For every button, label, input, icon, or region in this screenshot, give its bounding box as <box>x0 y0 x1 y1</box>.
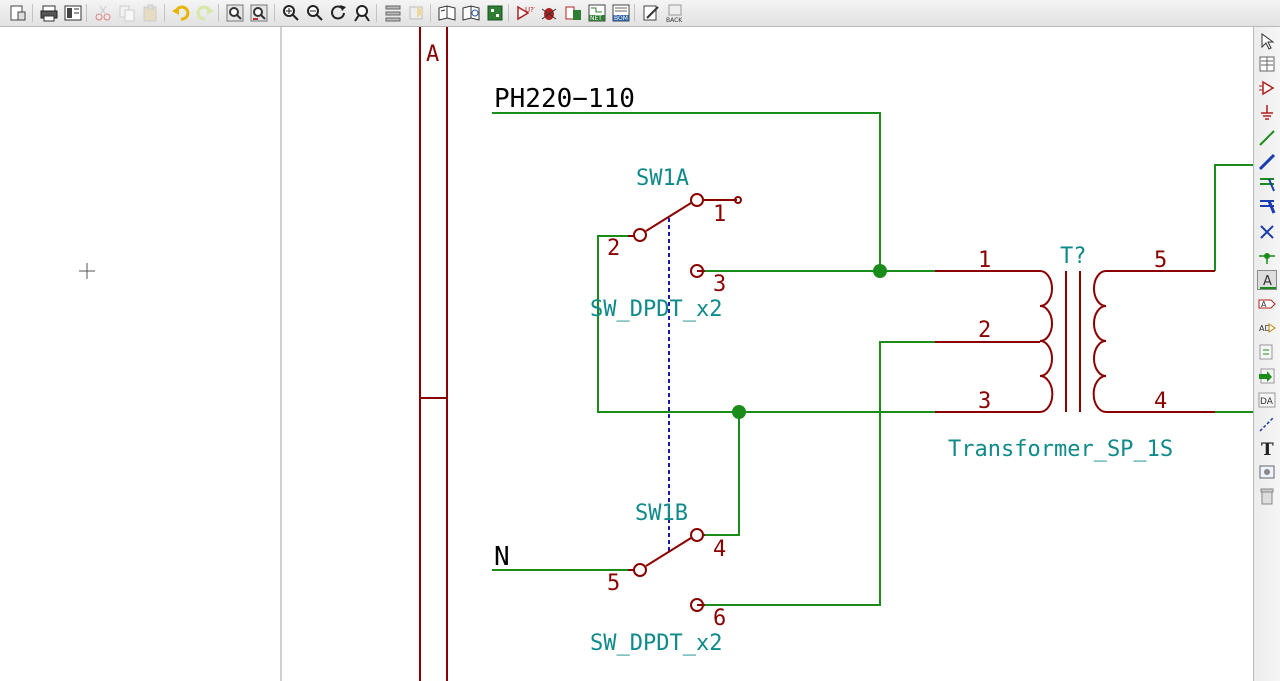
schematic-sheet[interactable]: A PH220−110 N SW1A SW_DPDT_x2 1 2 3 SW1B… <box>0 27 1253 681</box>
toolbar-separator <box>218 4 219 22</box>
hierarchical-label-icon[interactable]: AD <box>1257 318 1277 338</box>
copy-icon[interactable] <box>117 3 137 23</box>
transformer-value[interactable]: Transformer_SP_1S <box>948 437 1173 462</box>
sw1b-value[interactable]: SW_DPDT_x2 <box>590 631 722 656</box>
wire-sw1b-pin4 <box>705 412 740 536</box>
sw1b-pin-5: 5 <box>607 571 620 596</box>
redo-icon[interactable] <box>195 3 215 23</box>
annotate-icon[interactable]: U?? <box>515 3 535 23</box>
transformer-pin-4: 4 <box>1154 389 1167 414</box>
place-symbol-icon[interactable] <box>1257 78 1277 98</box>
net-label-icon[interactable]: A <box>1257 270 1277 290</box>
sw1a-pin-1: 1 <box>713 202 726 227</box>
drawing-frame <box>419 27 448 681</box>
graphic-line-icon[interactable] <box>1257 414 1277 434</box>
print-icon[interactable] <box>39 3 59 23</box>
find-replace-icon[interactable] <box>249 3 269 23</box>
zoom-out-icon[interactable] <box>305 3 325 23</box>
toolbar-separator <box>430 4 431 22</box>
schematic-canvas[interactable]: A PH220−110 N SW1A SW_DPDT_x2 1 2 3 SW1B… <box>0 27 1253 681</box>
svg-text:BACK: BACK <box>666 17 683 23</box>
transformer-reference[interactable]: T? <box>1060 244 1087 269</box>
svg-text:NET: NET <box>590 15 602 22</box>
transformer-pin-2: 2 <box>978 318 991 343</box>
toolbar-separator <box>86 4 87 22</box>
netlist-icon[interactable]: NET <box>587 3 607 23</box>
place-wire-icon[interactable] <box>1257 128 1277 148</box>
undo-icon[interactable] <box>171 3 191 23</box>
find-icon[interactable] <box>225 3 245 23</box>
sw1a-pin-3: 3 <box>713 272 726 297</box>
page-settings-icon[interactable] <box>8 3 28 23</box>
bus-to-bus-entry-icon[interactable] <box>1257 196 1277 216</box>
hierarchical-pin-icon[interactable]: DA <box>1257 390 1277 410</box>
place-bus-icon[interactable] <box>1257 152 1277 172</box>
right-tools-toolbar: A A AD DA T <box>1253 27 1280 681</box>
switch-sw1b-symbol[interactable] <box>628 528 705 612</box>
no-connect-icon[interactable] <box>1257 222 1277 242</box>
net-label-ph220-110[interactable]: PH220−110 <box>494 84 635 114</box>
select-arrow-icon[interactable] <box>1257 31 1277 51</box>
transformer-pin-1: 1 <box>978 248 991 273</box>
image-icon[interactable] <box>1257 462 1277 482</box>
toolbar-separator <box>508 4 509 22</box>
svg-text:T: T <box>1261 440 1274 458</box>
zoom-in-icon[interactable] <box>281 3 301 23</box>
svg-text:A: A <box>1261 300 1267 309</box>
global-label-icon[interactable]: A <box>1257 294 1277 314</box>
sw1b-pin-6: 6 <box>713 606 726 631</box>
edit-fields-icon[interactable] <box>641 3 661 23</box>
erc-icon[interactable] <box>539 3 559 23</box>
toolbar-separator <box>164 4 165 22</box>
zoom-redraw-icon[interactable] <box>329 3 349 23</box>
place-power-icon[interactable] <box>1257 102 1277 122</box>
net-label-n[interactable]: N <box>494 542 510 572</box>
wire-ph-line <box>492 112 881 271</box>
toolbar-separator <box>634 4 635 22</box>
sw1a-pin-2: 2 <box>607 236 620 261</box>
back-to-pcb-icon[interactable]: BACK <box>665 3 685 23</box>
hierarchical-sheet-icon[interactable] <box>1257 342 1277 362</box>
junction-dot[interactable] <box>732 405 746 419</box>
sw1b-reference[interactable]: SW1B <box>635 501 688 526</box>
sw1a-value[interactable]: SW_DPDT_x2 <box>590 297 722 322</box>
cursor-crosshair <box>79 263 95 279</box>
wire-sw1a-pin2 <box>597 235 935 413</box>
svg-text:A: A <box>1263 274 1272 289</box>
main-toolbar: U?? NET BOM BACK <box>0 0 1280 27</box>
svg-text:U??: U?? <box>525 6 535 14</box>
junction-dot[interactable] <box>873 264 887 278</box>
frame-row-letter: A <box>426 42 439 67</box>
wire-secondary-5 <box>1214 164 1253 271</box>
delete-icon[interactable] <box>1257 486 1277 506</box>
sw1b-pin-4: 4 <box>713 537 726 562</box>
plot-icon[interactable] <box>63 3 83 23</box>
highlight-net-icon[interactable] <box>1257 54 1277 74</box>
bom-icon[interactable]: BOM <box>611 3 631 23</box>
text-icon[interactable]: T <box>1257 438 1277 458</box>
transformer-pin-5: 5 <box>1154 248 1167 273</box>
toolbar-separator <box>376 4 377 22</box>
toolbar-separator <box>274 4 275 22</box>
svg-text:DA: DA <box>1260 397 1274 407</box>
library-editor-icon[interactable] <box>437 3 457 23</box>
import-sheet-pin-icon[interactable] <box>1257 366 1277 386</box>
wire-to-bus-entry-icon[interactable] <box>1257 174 1277 194</box>
wires[interactable] <box>492 112 1253 606</box>
svg-text:BOM: BOM <box>614 15 628 22</box>
assign-footprints-icon[interactable] <box>563 3 583 23</box>
transformer-symbol[interactable] <box>935 270 1215 413</box>
paste-icon[interactable] <box>141 3 161 23</box>
toolbar-separator <box>32 4 33 22</box>
leave-sheet-icon[interactable] <box>407 3 427 23</box>
zoom-fit-icon[interactable] <box>353 3 373 23</box>
library-browser-icon[interactable] <box>461 3 481 23</box>
cut-icon[interactable] <box>93 3 113 23</box>
transformer-pin-3: 3 <box>978 389 991 414</box>
junction-icon[interactable] <box>1257 246 1277 266</box>
footprint-editor-icon[interactable] <box>485 3 505 23</box>
hierarchy-navigator-icon[interactable] <box>383 3 403 23</box>
sw1a-reference[interactable]: SW1A <box>636 166 689 191</box>
